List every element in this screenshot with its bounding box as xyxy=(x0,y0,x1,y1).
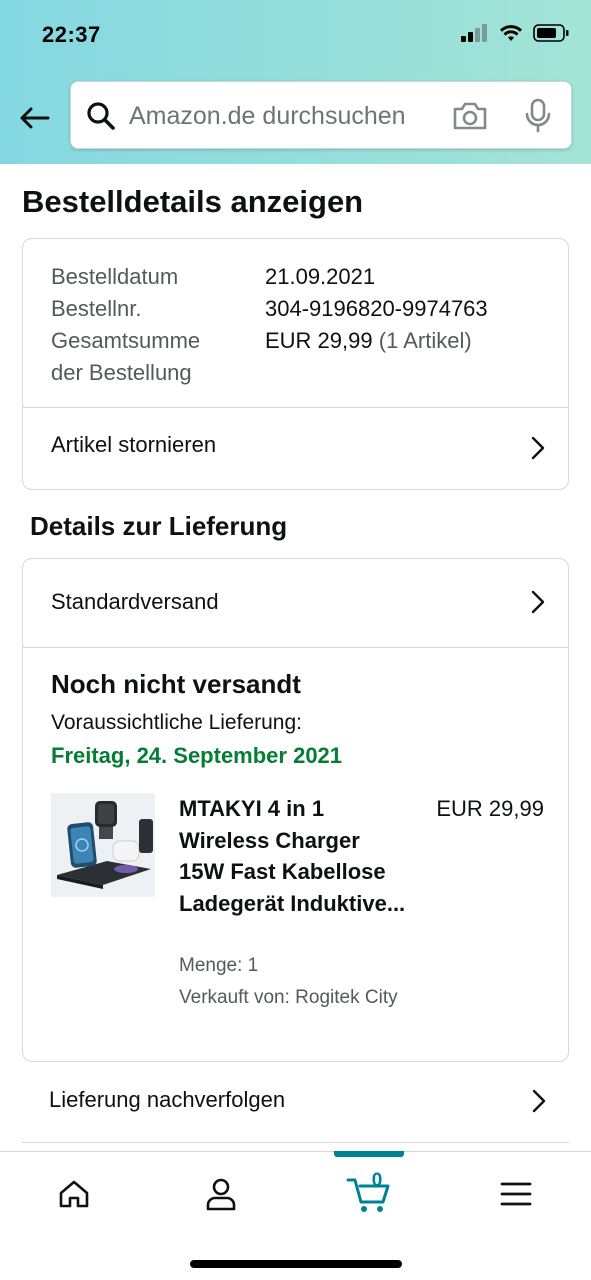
cellular-signal-icon xyxy=(461,24,487,42)
nav-home[interactable] xyxy=(44,1172,104,1216)
chevron-right-icon xyxy=(531,436,545,460)
track-delivery-link[interactable]: Lieferung nachverfolgen xyxy=(22,1063,569,1143)
track-delivery-label: Lieferung nachverfolgen xyxy=(49,1087,286,1112)
order-total-label-line2: der Bestellung xyxy=(51,360,192,385)
account-icon xyxy=(206,1178,236,1211)
order-date-row: Bestelldatum 21.09.2021 xyxy=(51,261,488,293)
cancel-items-link[interactable]: Artikel stornieren xyxy=(23,408,568,490)
search-bar[interactable] xyxy=(70,81,572,149)
order-date-value: 21.09.2021 xyxy=(265,264,376,289)
divider xyxy=(23,647,568,648)
chevron-right-icon xyxy=(532,1089,546,1113)
order-number-value: 304-9196820-9974763 xyxy=(265,296,488,321)
chevron-right-icon xyxy=(531,590,545,614)
search-input[interactable] xyxy=(129,98,429,134)
mic-icon[interactable] xyxy=(523,98,553,134)
shipping-method-label: Standardversand xyxy=(51,589,219,614)
eta-date: Freitag, 24. September 2021 xyxy=(51,743,343,768)
product-image[interactable] xyxy=(51,793,155,897)
wifi-icon xyxy=(500,25,522,41)
delivery-card: Standardversand Noch nicht versandt Vora… xyxy=(22,558,569,1062)
product-title-link[interactable]: MTAKYI 4 in 1 Wireless Charger 15W Fast … xyxy=(179,793,409,919)
order-total-label: Gesamtsumme der Bestellung xyxy=(51,325,265,389)
page-title: Bestelldetails anzeigen xyxy=(22,184,364,219)
product-price: EUR 29,99 xyxy=(436,796,544,821)
cart-count-badge: 0 xyxy=(371,1170,383,1191)
status-time: 22:37 xyxy=(42,22,101,47)
order-total-value: EUR 29,99 (1 Artikel) xyxy=(265,325,472,389)
product-seller: Verkauft von: Rogitek City xyxy=(179,987,398,1008)
order-number-row: Bestellnr. 304-9196820-9974763 xyxy=(51,293,488,325)
wireless-charger-image xyxy=(51,793,155,897)
eta-label: Voraussichtliche Lieferung: xyxy=(51,711,302,734)
product-quantity: Menge: 1 xyxy=(179,955,259,976)
order-date-label: Bestelldatum xyxy=(51,264,179,289)
menu-icon xyxy=(500,1182,532,1206)
order-summary-card: Bestelldatum 21.09.2021 Bestellnr. 304-9… xyxy=(22,238,569,490)
nav-account[interactable] xyxy=(191,1172,251,1216)
nav-menu[interactable] xyxy=(486,1172,546,1216)
cancel-items-label: Artikel stornieren xyxy=(51,432,217,457)
shipping-method-link[interactable]: Standardversand xyxy=(23,559,568,647)
order-total-amount: EUR 29,99 xyxy=(265,328,373,353)
home-indicator xyxy=(190,1260,402,1268)
home-icon xyxy=(59,1180,89,1208)
search-icon xyxy=(87,102,115,130)
status-icons xyxy=(461,24,569,42)
back-button[interactable] xyxy=(14,98,54,138)
shipment-status: Noch nicht versandt xyxy=(51,669,301,699)
camera-icon[interactable] xyxy=(451,100,489,132)
order-number-label: Bestellnr. xyxy=(51,296,142,321)
order-total-label-line1: Gesamtsumme xyxy=(51,328,201,353)
battery-icon xyxy=(533,24,569,42)
back-arrow-icon xyxy=(20,107,50,129)
order-summary-details: Bestelldatum 21.09.2021 Bestellnr. 304-9… xyxy=(51,261,488,389)
active-tab-indicator xyxy=(334,1151,404,1157)
delivery-section-title: Details zur Lieferung xyxy=(30,511,288,541)
order-item-count: (1 Artikel) xyxy=(378,328,472,353)
nav-cart[interactable]: 0 xyxy=(337,1170,401,1216)
order-total-row: Gesamtsumme der Bestellung EUR 29,99 (1 … xyxy=(51,325,488,389)
